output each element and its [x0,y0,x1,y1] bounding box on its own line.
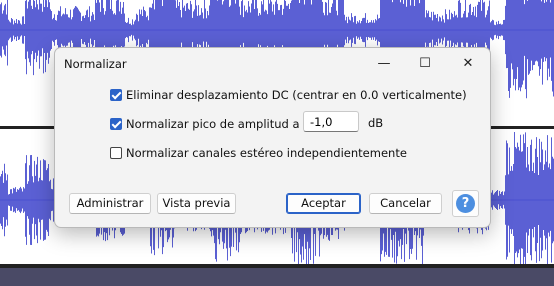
normalize-dialog: Normalizar — ☐ ✕ Eliminar desplazamiento… [54,47,491,228]
track-divider [0,264,554,268]
minimize-icon[interactable]: — [369,52,399,76]
preview-button[interactable]: Vista previa [157,193,236,214]
track-area [0,268,554,286]
peak-amplitude-input[interactable]: -1,0 [303,111,359,132]
remove-dc-label: Eliminar desplazamiento DC (centrar en 0… [126,88,467,102]
normalize-peak-option[interactable]: Normalizar pico de amplitud a [110,117,300,131]
title-bar: Normalizar — ☐ ✕ [55,48,490,80]
normalize-peak-checkbox[interactable] [110,118,122,130]
maximize-icon[interactable]: ☐ [410,52,440,76]
help-button[interactable]: ? [452,190,479,217]
stereo-independent-option[interactable]: Normalizar canales estéreo independiente… [110,146,407,160]
manage-button[interactable]: Administrar [69,193,151,214]
close-icon[interactable]: ✕ [453,52,483,76]
ok-button[interactable]: Aceptar [286,193,361,214]
cancel-button[interactable]: Cancelar [369,193,442,214]
dialog-title: Normalizar [64,57,127,71]
remove-dc-checkbox[interactable] [110,89,122,101]
normalize-peak-label: Normalizar pico de amplitud a [126,117,300,131]
remove-dc-option[interactable]: Eliminar desplazamiento DC (centrar en 0… [110,88,467,102]
peak-unit-label: dB [368,116,384,130]
stereo-independent-label: Normalizar canales estéreo independiente… [126,146,407,160]
help-icon: ? [456,194,475,213]
stereo-independent-checkbox[interactable] [110,147,122,159]
